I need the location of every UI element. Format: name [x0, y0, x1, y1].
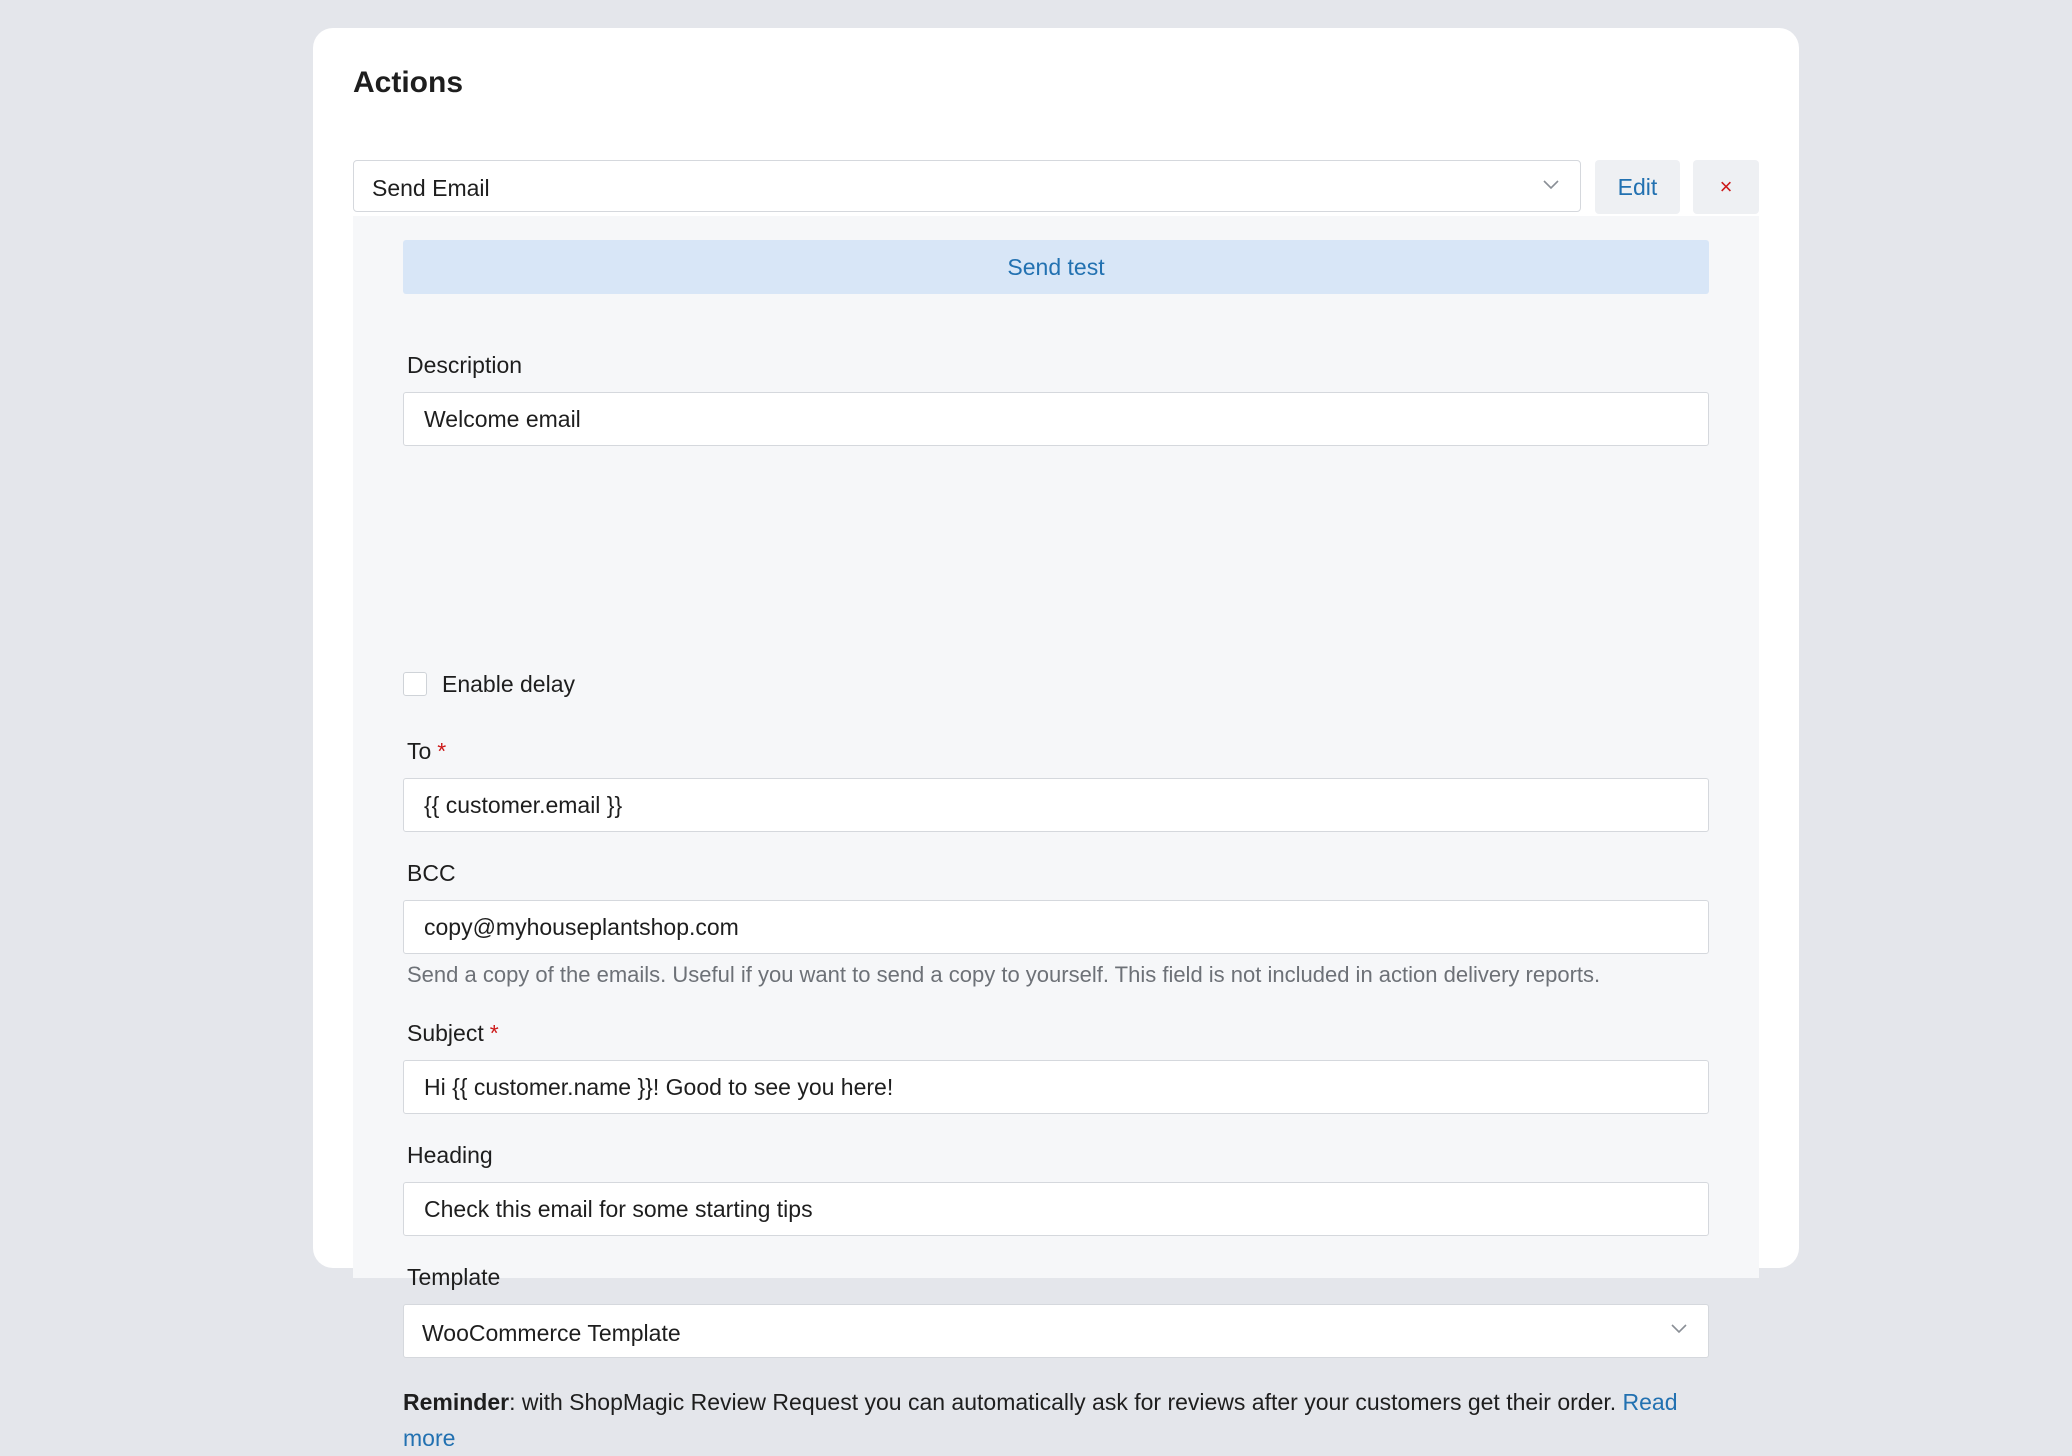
to-label: To * [407, 738, 446, 765]
remove-action-button[interactable]: × [1693, 160, 1759, 214]
reminder-bold: Reminder [403, 1389, 510, 1415]
template-value: WooCommerce Template [422, 1320, 681, 1346]
enable-delay-checkbox[interactable] [403, 672, 427, 696]
card-title: Actions [353, 66, 464, 99]
action-type-value: Send Email [372, 175, 490, 201]
subject-label-text: Subject [407, 1020, 484, 1046]
actions-card: Actions Send Email Edit × Send test Desc… [313, 28, 1799, 1451]
reminder-notice: Reminder: with ShopMagic Review Request … [403, 1384, 1709, 1456]
edit-button[interactable]: Edit [1595, 160, 1680, 214]
bcc-label: BCC [407, 860, 456, 886]
template-label: Template [407, 1264, 501, 1290]
required-mark: * [489, 1020, 499, 1046]
subject-label: Subject * [407, 1020, 499, 1047]
action-settings-panel: Send test Description Enable delay To* B… [353, 216, 1759, 1451]
template-select[interactable]: WooCommerce Template [403, 1304, 1709, 1358]
required-mark: * [437, 738, 447, 764]
enable-delay-label: Enable delay [442, 671, 575, 697]
chevron-down-icon [1543, 180, 1559, 190]
chevron-down-icon [1671, 1324, 1687, 1334]
reminder-text: : with ShopMagic Review Request you can … [509, 1389, 1623, 1415]
action-type-select[interactable]: Send Email [353, 160, 1581, 212]
to-label-text: To [407, 738, 432, 764]
to-input[interactable] [403, 778, 1709, 832]
subject-input[interactable] [403, 1060, 1709, 1114]
send-test-button[interactable]: Send test [403, 240, 1709, 294]
heading-input[interactable] [403, 1182, 1709, 1236]
heading-label: Heading [407, 1142, 493, 1168]
description-input[interactable] [403, 392, 1709, 446]
bcc-input[interactable] [403, 900, 1709, 954]
bcc-help-text: Send a copy of the emails. Useful if you… [407, 962, 1601, 987]
close-icon: × [1719, 174, 1733, 199]
action-row: Send Email Edit × [353, 160, 1759, 214]
description-label: Description [407, 352, 523, 378]
